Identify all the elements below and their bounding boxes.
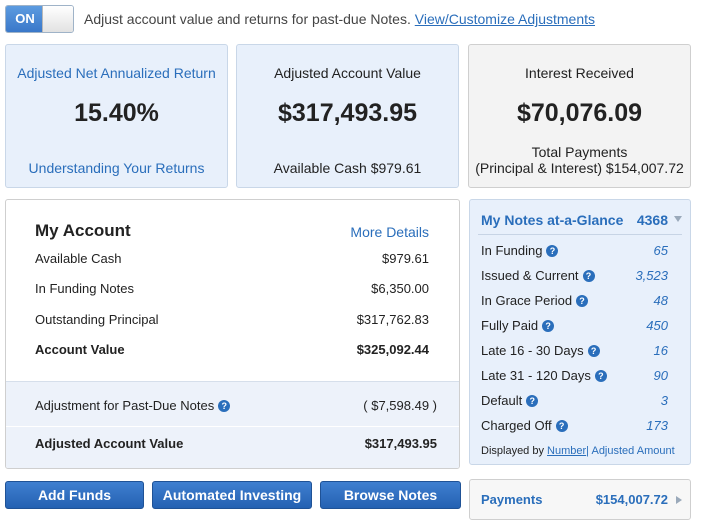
total-payments-value: (Principal & Interest) $154,007.72 [475,160,684,176]
adjustment-label-wrap: Adjustment for Past-Due Notes? [35,398,231,413]
note-status-row[interactable]: In Funding? 65 [481,243,668,261]
question-circle-icon[interactable]: ? [587,345,600,357]
question-circle-icon[interactable]: ? [526,395,539,407]
adjustment-row: Adjustment for Past-Due Notes? ( $7,598.… [35,398,437,416]
my-account-title: My Account [35,221,131,240]
caret-down-icon[interactable] [674,216,682,222]
customize-adjustments-link[interactable]: View/Customize Adjustments [415,11,595,27]
net-return-value: 15.40% [74,99,159,127]
adjusted-value-amount: $317,493.95 [364,436,437,451]
net-return-card: Adjusted Net Annualized Return 15.40% Un… [5,44,228,188]
payments-value: $154,007.72 [595,492,668,507]
notes-at-a-glance-panel: My Notes at-a-Glance 4368 In Funding? 65… [469,199,691,465]
adjustment-description: Adjust account value and returns for pas… [84,11,595,27]
more-details-link[interactable]: More Details [350,224,429,240]
available-cash-summary: Available Cash $979.61 [273,160,422,176]
account-row-value: $325,092.44 [356,342,429,357]
display-by-adjusted-amount-link[interactable]: | Adjusted Amount [586,445,674,457]
note-status-row[interactable]: Issued & Current? 3,523 [481,268,668,286]
interest-received-card: Interest Received $70,076.09 Total Payme… [468,44,691,188]
note-status-count[interactable]: 16 [654,343,668,358]
account-value-card: Adjusted Account Value $317,493.95 Avail… [236,44,459,188]
question-circle-icon[interactable]: ? [218,400,231,412]
question-circle-icon[interactable]: ? [594,370,607,382]
account-value-label: Adjusted Account Value [274,65,421,81]
note-status-count[interactable]: 3,523 [635,268,668,283]
question-circle-icon[interactable]: ? [542,320,555,332]
account-row-value: $6,350.00 [371,281,429,296]
question-circle-icon[interactable]: ? [546,245,559,257]
interest-received-label: Interest Received [525,65,634,81]
account-row: Available Cash $979.61 [35,251,429,269]
adjustment-section [6,381,459,468]
adjusted-value-row: Adjusted Account Value $317,493.95 [35,436,437,454]
note-status-count[interactable]: 90 [654,368,668,383]
add-funds-button[interactable]: Add Funds [5,481,144,509]
note-status-label: In Grace Period [481,293,573,308]
net-return-label: Adjusted Net Annualized Return [17,65,216,81]
understanding-returns-link[interactable]: Understanding Your Returns [6,160,227,176]
note-status-row[interactable]: In Grace Period? 48 [481,293,668,311]
my-account-panel: My Account More Details Available Cash $… [5,199,460,469]
notes-divider [478,234,682,235]
question-circle-icon[interactable]: ? [555,420,568,432]
account-value-amount: $317,493.95 [277,99,418,127]
browse-notes-button[interactable]: Browse Notes [320,481,461,509]
note-status-row[interactable]: Default? 3 [481,393,668,411]
note-status-label: Late 31 - 120 Days [481,368,591,383]
notes-total-count[interactable]: 4368 [637,212,668,228]
account-row-label: Account Value [35,342,125,357]
note-status-count[interactable]: 3 [661,393,668,408]
notes-title: My Notes at-a-Glance [481,212,624,228]
payments-label: Payments [481,492,543,507]
note-status-row[interactable]: Fully Paid? 450 [481,318,668,336]
automated-investing-button[interactable]: Automated Investing [152,481,312,509]
account-row-label: In Funding Notes [35,281,135,296]
display-by-number-link[interactable]: Number [547,445,586,457]
caret-right-icon[interactable] [676,496,682,504]
note-status-label: Default [481,393,523,408]
adjustment-text: Adjust account value and returns for pas… [84,11,411,27]
note-status-count[interactable]: 450 [646,318,668,333]
payments-summary[interactable]: Payments $154,007.72 [469,479,691,520]
toggle-knob[interactable] [42,6,73,32]
note-status-row[interactable]: Charged Off? 173 [481,418,668,436]
adjustment-divider [6,426,459,427]
account-value-row: Account Value $325,092.44 [35,342,429,360]
note-status-count[interactable]: 48 [654,293,668,308]
note-status-row[interactable]: Late 31 - 120 Days? 90 [481,368,668,386]
displayed-by-label: Displayed by [481,445,544,457]
adjustment-label: Adjustment for Past-Due Notes [35,398,215,413]
question-circle-icon[interactable]: ? [582,270,595,282]
note-status-count[interactable]: 173 [646,418,668,433]
note-status-row[interactable]: Late 16 - 30 Days? 16 [481,343,668,361]
interest-received-value: $70,076.09 [516,99,643,127]
account-row: Outstanding Principal $317,762.83 [35,312,429,330]
total-payments-label: Total Payments [531,144,628,160]
adjusted-value-label: Adjusted Account Value [35,436,184,451]
note-status-count[interactable]: 65 [654,243,668,258]
note-status-label: Late 16 - 30 Days [481,343,584,358]
note-status-label: Charged Off [481,418,552,433]
note-status-label: In Funding [481,243,543,258]
toggle-on-label: ON [6,6,44,32]
account-row: In Funding Notes $6,350.00 [35,281,429,299]
adjustment-value: ( $7,598.49 ) [363,398,437,413]
account-row-label: Available Cash [35,251,122,266]
adjustment-toggle[interactable]: ON [5,5,74,33]
account-row-value: $317,762.83 [356,312,429,327]
note-status-label: Fully Paid [481,318,539,333]
display-mode-selector: Displayed by Number| Adjusted Amount [481,445,675,457]
question-circle-icon[interactable]: ? [576,295,589,307]
account-row-value: $979.61 [382,251,429,266]
account-row-label: Outstanding Principal [35,312,159,327]
note-status-label: Issued & Current [481,268,579,283]
